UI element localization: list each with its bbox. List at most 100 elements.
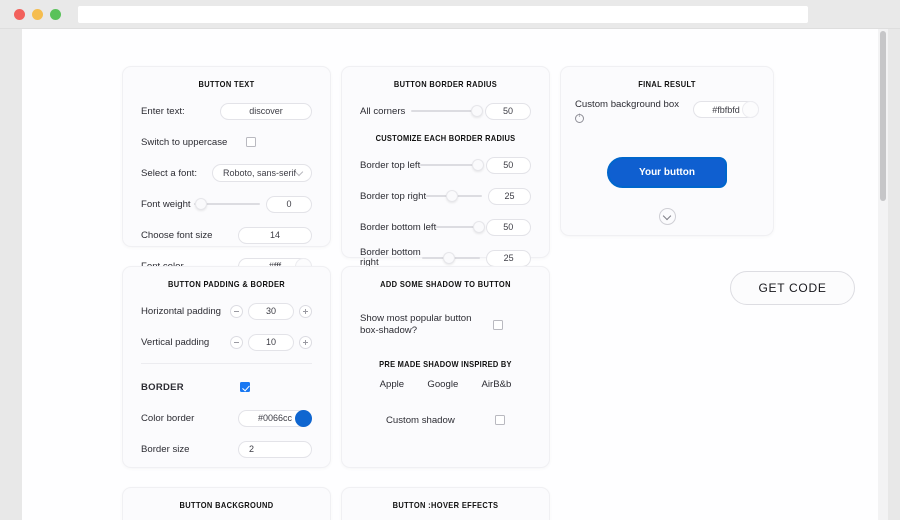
horizontal-padding-increment[interactable] — [299, 304, 312, 318]
close-window-button[interactable] — [14, 9, 25, 20]
get-code-button[interactable]: GET CODE — [730, 271, 855, 305]
border-bottom-left-value[interactable]: 50 — [485, 218, 531, 236]
vertical-padding-label: Vertical padding — [141, 336, 210, 348]
row-color-border: Color border #0066cc — [123, 406, 330, 430]
row-border-top-right: Border top right 25 — [342, 184, 549, 208]
border-bottom-right-slider[interactable] — [422, 251, 481, 265]
border-section-label: BORDER — [141, 381, 184, 393]
panel-border-radius: BUTTON BORDER RADIUS All corners 50 CUST… — [341, 66, 550, 268]
slider-knob[interactable] — [442, 252, 455, 264]
panel-shadow-title: ADD SOME SHADOW TO BUTTON — [380, 279, 511, 289]
color-border-input[interactable]: #0066cc — [238, 409, 312, 427]
customize-each-radius-title: CUSTOMIZE EACH BORDER RADIUS — [375, 133, 516, 143]
vertical-padding-increment[interactable] — [299, 335, 312, 349]
vertical-padding-decrement[interactable] — [230, 335, 243, 349]
color-border-label: Color border — [141, 412, 195, 424]
all-corners-label: All corners — [360, 105, 406, 117]
panel-button-background: BUTTON BACKGROUND Solid background — [122, 487, 331, 520]
row-horizontal-padding: Horizontal padding 30 — [123, 299, 330, 323]
row-border-toggle: BORDER — [123, 375, 330, 399]
border-top-left-value[interactable]: 50 — [485, 156, 531, 174]
row-border-top-left: Border top left 50 — [342, 153, 549, 177]
border-top-right-value[interactable]: 25 — [488, 187, 531, 205]
border-top-right-slider[interactable] — [426, 189, 483, 203]
border-bottom-left-label: Border bottom left — [360, 221, 437, 233]
row-select-font: Select a font: Roboto, sans-serif — [123, 161, 330, 185]
enter-text-input[interactable]: discover — [220, 102, 312, 120]
popular-shadow-checkbox[interactable] — [493, 320, 503, 330]
all-corners-slider[interactable] — [411, 104, 483, 118]
scrollbar-thumb[interactable] — [880, 31, 886, 201]
row-enter-text: Enter text: discover — [123, 99, 330, 123]
font-size-label: Choose font size — [141, 229, 213, 241]
chevron-down-icon[interactable] — [658, 208, 676, 225]
slider-knob[interactable] — [195, 198, 208, 210]
vertical-padding-value[interactable]: 10 — [248, 333, 294, 351]
address-bar[interactable] — [78, 6, 808, 23]
panel-hover-effects: BUTTON :HOVER EFFECTS Rough Smooth Chang… — [341, 487, 550, 520]
color-border-value: #0066cc — [257, 413, 293, 423]
preview-area: Your button — [561, 157, 773, 188]
custom-background-value: #fbfbfd — [712, 104, 740, 115]
custom-shadow-label: Custom shadow — [386, 414, 455, 426]
border-bottom-right-value[interactable]: 25 — [486, 249, 531, 267]
info-icon[interactable] — [575, 113, 584, 123]
panel-final-result-title: FINAL RESULT — [638, 79, 696, 89]
row-custom-shadow: Custom shadow — [342, 408, 549, 432]
panel-padding-border-title: BUTTON PADDING & BORDER — [167, 279, 286, 289]
custom-background-label: Custom background box — [575, 99, 679, 110]
zoom-window-button[interactable] — [50, 9, 61, 20]
row-all-corners: All corners 50 — [342, 99, 549, 123]
section-divider — [141, 363, 312, 364]
custom-background-input[interactable]: #fbfbfd — [693, 101, 759, 118]
slider-track — [420, 164, 480, 166]
window-controls[interactable] — [14, 9, 61, 20]
border-enabled-checkbox[interactable] — [240, 382, 250, 392]
panel-button-text: BUTTON TEXT Enter text: discover Switch … — [122, 66, 331, 275]
font-weight-value[interactable]: 0 — [266, 195, 312, 213]
shadow-brand-apple[interactable]: Apple — [380, 379, 405, 390]
slider-knob[interactable] — [472, 159, 485, 171]
slider-knob[interactable] — [472, 221, 485, 233]
panel-border-radius-title: BUTTON BORDER RADIUS — [393, 79, 498, 89]
shadow-brand-list: Apple Google AirB&b — [342, 379, 549, 390]
enter-text-label: Enter text: — [141, 105, 185, 117]
premade-shadow-title: PRE MADE SHADOW INSPIRED BY — [379, 359, 512, 369]
all-corners-value[interactable]: 50 — [485, 102, 531, 120]
slider-knob[interactable] — [470, 105, 483, 117]
minimize-window-button[interactable] — [32, 9, 43, 20]
slider-track — [411, 110, 479, 112]
select-font-label: Select a font: — [141, 167, 197, 179]
font-family-value: Roboto, sans-serif — [223, 168, 297, 178]
font-weight-slider[interactable] — [194, 197, 260, 211]
panel-button-text-title: BUTTON TEXT — [198, 79, 255, 89]
row-border-size: Border size 2 — [123, 437, 330, 461]
row-popular-shadow: Show most popular button box-shadow? — [342, 313, 549, 337]
font-weight-label: Font weight — [141, 198, 191, 210]
panel-final-result: FINAL RESULT Custom background box #fbfb… — [560, 66, 774, 236]
browser-window: BUTTON TEXT Enter text: discover Switch … — [0, 0, 900, 520]
font-size-input[interactable]: 14 — [238, 226, 312, 244]
font-family-select[interactable]: Roboto, sans-serif — [212, 164, 312, 182]
custom-background-swatch[interactable] — [742, 101, 759, 118]
preview-button[interactable]: Your button — [607, 157, 727, 188]
row-vertical-padding: Vertical padding 10 — [123, 330, 330, 354]
page-viewport: BUTTON TEXT Enter text: discover Switch … — [22, 29, 888, 520]
custom-shadow-checkbox[interactable] — [495, 415, 505, 425]
horizontal-padding-decrement[interactable] — [230, 304, 243, 318]
slider-knob[interactable] — [446, 190, 459, 202]
horizontal-padding-label: Horizontal padding — [141, 305, 222, 317]
shadow-brand-airbnb[interactable]: AirB&b — [482, 379, 512, 390]
page-scrollbar[interactable] — [878, 29, 888, 520]
border-size-input[interactable]: 2 — [238, 440, 312, 458]
row-font-size: Choose font size 14 — [123, 223, 330, 247]
border-top-left-slider[interactable] — [420, 158, 485, 172]
panel-padding-border: BUTTON PADDING & BORDER Horizontal paddi… — [122, 266, 331, 468]
panel-shadow: ADD SOME SHADOW TO BUTTON Show most popu… — [341, 266, 550, 468]
uppercase-checkbox[interactable] — [246, 137, 256, 147]
browser-titlebar — [0, 0, 900, 29]
shadow-brand-google[interactable]: Google — [427, 379, 458, 390]
color-border-swatch[interactable] — [295, 409, 312, 427]
horizontal-padding-value[interactable]: 30 — [248, 302, 294, 320]
border-bottom-left-slider[interactable] — [436, 220, 485, 234]
